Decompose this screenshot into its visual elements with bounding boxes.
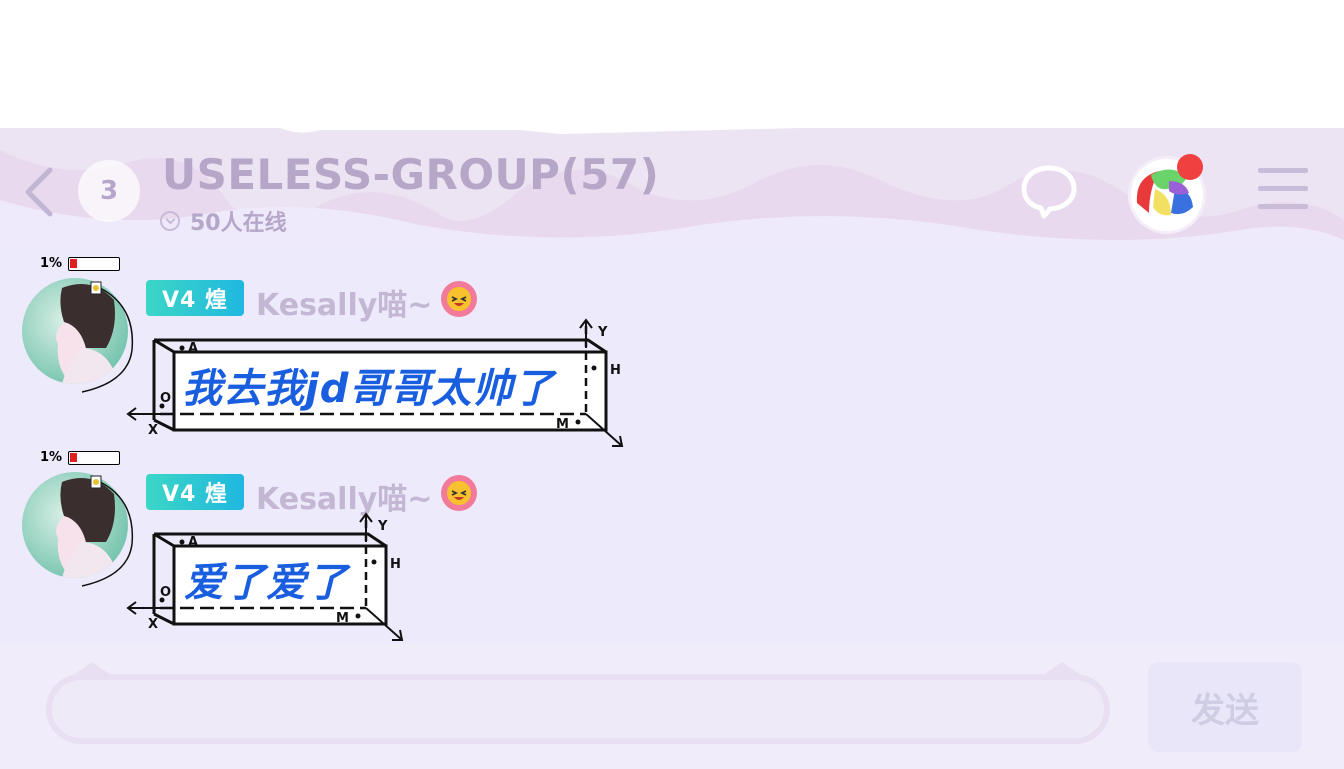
battery-indicator: 1% [40,450,121,465]
battery-icon [68,450,121,465]
send-button[interactable]: 发送 [1148,662,1302,752]
battery-percent: 1% [40,450,63,465]
axis-label-o: O [160,585,171,600]
unread-count-badge[interactable]: 3 [78,160,140,222]
axis-label-m: M [556,417,569,432]
message-item: 1% [0,254,700,448]
axis-label-o: O [160,391,171,406]
battery-icon [68,256,121,271]
input-bar: 发送 [0,644,1344,769]
message-text: 我去我jd哥哥太帅了 [182,366,555,412]
axis-label-h: H [390,557,401,572]
message-input[interactable] [46,674,1110,744]
axis-label-h: H [610,363,621,378]
flower-emoji-icon [441,475,477,511]
flower-emoji-icon [441,281,477,317]
axis-label-a: A [188,535,198,550]
axis-label-a: A [188,341,198,356]
online-count-label: 50人在线 [190,211,287,236]
hamburger-menu-icon[interactable] [1258,168,1308,212]
battery-percent: 1% [40,256,63,271]
axis-label-x: X [148,617,158,632]
battery-indicator: 1% [40,256,121,271]
message-list[interactable]: 1% V4 煌 Kesally喵~ A O X Y H M 我去我jd哥哥太帅了… [0,252,1344,644]
message-item: 1% [0,448,700,642]
axis-label-x: X [148,423,158,438]
group-title[interactable]: USELESS-GROUP(57) [162,150,659,199]
axis-label-m: M [336,611,349,626]
axis-label-y: Y [377,519,388,534]
speech-bubble-icon[interactable] [1020,162,1078,220]
level-badge: V4 煌 [146,474,244,510]
notification-dot [1177,154,1203,180]
axis-label-y: Y [597,325,608,340]
online-status[interactable]: 50人在线 [160,205,287,237]
back-icon[interactable] [18,160,62,220]
level-badge: V4 煌 [146,280,244,316]
chevron-down-circle-icon [160,211,180,231]
message-text: 爱了爱了 [184,560,348,606]
chat-screen: 3 USELESS-GROUP(57) 50人在线 1% V4 煌 Kesall… [0,0,1344,769]
